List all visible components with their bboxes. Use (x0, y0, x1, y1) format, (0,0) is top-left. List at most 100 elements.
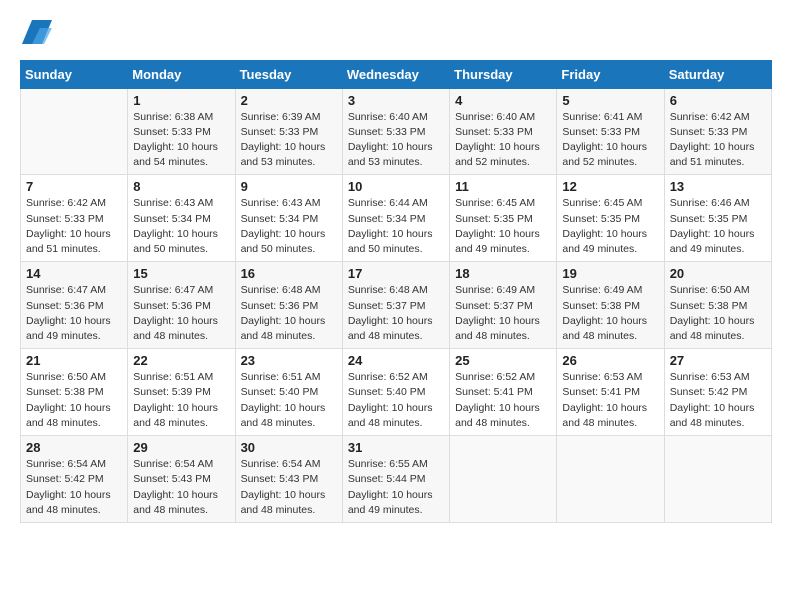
weekday-header: Wednesday (342, 60, 449, 88)
calendar-cell: 29 Sunrise: 6:54 AMSunset: 5:43 PMDayligh… (128, 436, 235, 523)
calendar-week-row: 21 Sunrise: 6:50 AMSunset: 5:38 PMDayligh… (21, 349, 772, 436)
day-number: 2 (241, 93, 337, 108)
day-number: 25 (455, 353, 551, 368)
day-info: Sunrise: 6:48 AMSunset: 5:37 PMDaylight:… (348, 283, 444, 344)
calendar-cell: 18 Sunrise: 6:49 AMSunset: 5:37 PMDayligh… (450, 262, 557, 349)
day-info: Sunrise: 6:51 AMSunset: 5:40 PMDaylight:… (241, 370, 337, 431)
day-info: Sunrise: 6:52 AMSunset: 5:40 PMDaylight:… (348, 370, 444, 431)
day-number: 8 (133, 179, 229, 194)
day-info: Sunrise: 6:39 AMSunset: 5:33 PMDaylight:… (241, 110, 337, 171)
calendar-cell: 21 Sunrise: 6:50 AMSunset: 5:38 PMDayligh… (21, 349, 128, 436)
calendar-week-row: 1Sunrise: 6:38 AMSunset: 5:33 PMDaylight… (21, 88, 772, 175)
calendar-cell: 23 Sunrise: 6:51 AMSunset: 5:40 PMDayligh… (235, 349, 342, 436)
day-number: 19 (562, 266, 658, 281)
calendar-cell: 7 Sunrise: 6:42 AMSunset: 5:33 PMDaylight… (21, 175, 128, 262)
calendar-cell: 16 Sunrise: 6:48 AMSunset: 5:36 PMDayligh… (235, 262, 342, 349)
calendar-cell: 26Sunrise: 6:53 AMSunset: 5:41 PMDayligh… (557, 349, 664, 436)
calendar-cell: 30 Sunrise: 6:54 AMSunset: 5:43 PMDayligh… (235, 436, 342, 523)
day-info: Sunrise: 6:54 AMSunset: 5:43 PMDaylight:… (133, 457, 229, 518)
calendar-week-row: 7 Sunrise: 6:42 AMSunset: 5:33 PMDaylight… (21, 175, 772, 262)
day-number: 1 (133, 93, 229, 108)
day-info: Sunrise: 6:48 AMSunset: 5:36 PMDaylight:… (241, 283, 337, 344)
day-info: Sunrise: 6:50 AMSunset: 5:38 PMDaylight:… (26, 370, 122, 431)
calendar-cell: 20 Sunrise: 6:50 AMSunset: 5:38 PMDayligh… (664, 262, 771, 349)
day-number: 15 (133, 266, 229, 281)
day-number: 12 (562, 179, 658, 194)
day-number: 30 (241, 440, 337, 455)
calendar-cell (557, 436, 664, 523)
weekday-header: Friday (557, 60, 664, 88)
logo-icon (22, 20, 52, 44)
day-number: 24 (348, 353, 444, 368)
page-header (20, 20, 772, 50)
weekday-header: Saturday (664, 60, 771, 88)
calendar-cell: 12 Sunrise: 6:45 AMSunset: 5:35 PMDayligh… (557, 175, 664, 262)
day-info: Sunrise: 6:54 AMSunset: 5:43 PMDaylight:… (241, 457, 337, 518)
calendar-cell: 22 Sunrise: 6:51 AMSunset: 5:39 PMDayligh… (128, 349, 235, 436)
day-number: 9 (241, 179, 337, 194)
calendar-cell: 4Sunrise: 6:40 AMSunset: 5:33 PMDaylight… (450, 88, 557, 175)
calendar-cell: 11Sunrise: 6:45 AMSunset: 5:35 PMDayligh… (450, 175, 557, 262)
day-info: Sunrise: 6:49 AMSunset: 5:37 PMDaylight:… (455, 283, 551, 344)
calendar-cell: 28Sunrise: 6:54 AMSunset: 5:42 PMDayligh… (21, 436, 128, 523)
day-info: Sunrise: 6:47 AMSunset: 5:36 PMDaylight:… (133, 283, 229, 344)
calendar-header-row: SundayMondayTuesdayWednesdayThursdayFrid… (21, 60, 772, 88)
day-number: 27 (670, 353, 766, 368)
calendar-cell: 3 Sunrise: 6:40 AMSunset: 5:33 PMDaylight… (342, 88, 449, 175)
calendar-cell: 24 Sunrise: 6:52 AMSunset: 5:40 PMDayligh… (342, 349, 449, 436)
day-info: Sunrise: 6:40 AMSunset: 5:33 PMDaylight:… (348, 110, 444, 171)
day-number: 29 (133, 440, 229, 455)
day-info: Sunrise: 6:45 AMSunset: 5:35 PMDaylight:… (562, 196, 658, 257)
day-number: 17 (348, 266, 444, 281)
day-info: Sunrise: 6:43 AMSunset: 5:34 PMDaylight:… (133, 196, 229, 257)
day-info: Sunrise: 6:53 AMSunset: 5:41 PMDaylight:… (562, 370, 658, 431)
weekday-header: Thursday (450, 60, 557, 88)
weekday-header: Tuesday (235, 60, 342, 88)
calendar-cell: 31 Sunrise: 6:55 AMSunset: 5:44 PMDayligh… (342, 436, 449, 523)
day-info: Sunrise: 6:46 AMSunset: 5:35 PMDaylight:… (670, 196, 766, 257)
calendar-cell: 5 Sunrise: 6:41 AMSunset: 5:33 PMDaylight… (557, 88, 664, 175)
day-number: 28 (26, 440, 122, 455)
day-number: 5 (562, 93, 658, 108)
day-info: Sunrise: 6:40 AMSunset: 5:33 PMDaylight:… (455, 110, 551, 171)
day-number: 20 (670, 266, 766, 281)
calendar-week-row: 14 Sunrise: 6:47 AMSunset: 5:36 PMDayligh… (21, 262, 772, 349)
calendar-cell: 10Sunrise: 6:44 AMSunset: 5:34 PMDayligh… (342, 175, 449, 262)
day-info: Sunrise: 6:53 AMSunset: 5:42 PMDaylight:… (670, 370, 766, 431)
calendar-cell: 17 Sunrise: 6:48 AMSunset: 5:37 PMDayligh… (342, 262, 449, 349)
day-info: Sunrise: 6:44 AMSunset: 5:34 PMDaylight:… (348, 196, 444, 257)
calendar-cell: 19 Sunrise: 6:49 AMSunset: 5:38 PMDayligh… (557, 262, 664, 349)
calendar-cell: 9Sunrise: 6:43 AMSunset: 5:34 PMDaylight… (235, 175, 342, 262)
day-info: Sunrise: 6:51 AMSunset: 5:39 PMDaylight:… (133, 370, 229, 431)
day-info: Sunrise: 6:47 AMSunset: 5:36 PMDaylight:… (26, 283, 122, 344)
day-number: 7 (26, 179, 122, 194)
day-number: 14 (26, 266, 122, 281)
day-number: 18 (455, 266, 551, 281)
day-info: Sunrise: 6:52 AMSunset: 5:41 PMDaylight:… (455, 370, 551, 431)
calendar-cell: 2 Sunrise: 6:39 AMSunset: 5:33 PMDaylight… (235, 88, 342, 175)
calendar-cell (21, 88, 128, 175)
day-number: 11 (455, 179, 551, 194)
calendar-cell: 6 Sunrise: 6:42 AMSunset: 5:33 PMDaylight… (664, 88, 771, 175)
day-info: Sunrise: 6:55 AMSunset: 5:44 PMDaylight:… (348, 457, 444, 518)
calendar-cell: 13Sunrise: 6:46 AMSunset: 5:35 PMDayligh… (664, 175, 771, 262)
day-number: 21 (26, 353, 122, 368)
day-number: 3 (348, 93, 444, 108)
day-number: 16 (241, 266, 337, 281)
calendar-cell: 8 Sunrise: 6:43 AMSunset: 5:34 PMDaylight… (128, 175, 235, 262)
day-info: Sunrise: 6:41 AMSunset: 5:33 PMDaylight:… (562, 110, 658, 171)
day-number: 31 (348, 440, 444, 455)
day-number: 6 (670, 93, 766, 108)
logo (20, 20, 52, 50)
day-info: Sunrise: 6:50 AMSunset: 5:38 PMDaylight:… (670, 283, 766, 344)
day-info: Sunrise: 6:42 AMSunset: 5:33 PMDaylight:… (26, 196, 122, 257)
calendar-table: SundayMondayTuesdayWednesdayThursdayFrid… (20, 60, 772, 523)
weekday-header: Sunday (21, 60, 128, 88)
day-info: Sunrise: 6:49 AMSunset: 5:38 PMDaylight:… (562, 283, 658, 344)
calendar-cell: 25 Sunrise: 6:52 AMSunset: 5:41 PMDayligh… (450, 349, 557, 436)
day-number: 23 (241, 353, 337, 368)
calendar-week-row: 28Sunrise: 6:54 AMSunset: 5:42 PMDayligh… (21, 436, 772, 523)
day-info: Sunrise: 6:42 AMSunset: 5:33 PMDaylight:… (670, 110, 766, 171)
day-number: 22 (133, 353, 229, 368)
calendar-cell (664, 436, 771, 523)
